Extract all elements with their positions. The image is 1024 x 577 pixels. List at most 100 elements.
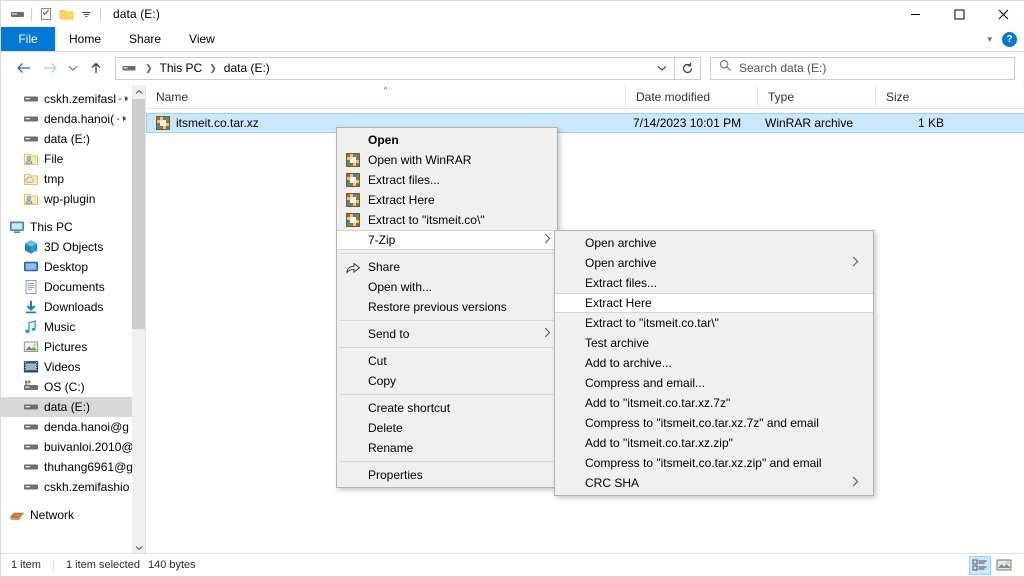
minimize-button[interactable] (893, 1, 937, 27)
column-header-size[interactable]: Size (875, 85, 957, 108)
drive-icon (121, 62, 136, 75)
context-menu-item-extract-here[interactable]: Extract Here (337, 190, 557, 210)
address-bar[interactable]: ❯ This PC ❯ data (E:) (115, 57, 675, 80)
context-menu-item-cut[interactable]: Cut (337, 351, 557, 371)
properties-icon[interactable] (36, 4, 56, 24)
qat-dropdown-icon[interactable] (76, 4, 96, 24)
sidebar-item-tmp[interactable]: tmp (1, 169, 145, 189)
sidebar-item-3d-objects[interactable]: 3D Objects (1, 237, 145, 257)
network-icon (9, 507, 25, 523)
7zip-menu-item-compress-to-itsmeit-co-tar-xz-zip-and-email[interactable]: Compress to "itsmeit.co.tar.xz.zip" and … (555, 453, 873, 473)
context-menu-item-share[interactable]: Share (337, 257, 557, 277)
context-menu-item-7-zip[interactable]: 7-Zip (337, 230, 557, 250)
table-row[interactable]: itsmeit.co.tar.xz 7/14/2023 10:01 PM Win… (146, 113, 1024, 133)
chevron-down-icon[interactable]: ▾ (987, 34, 992, 45)
sidebar-item-label: Network (30, 508, 74, 522)
7zip-menu-item-add-to-archive[interactable]: Add to archive... (555, 353, 873, 373)
sidebar-item-cskh-zemifasl[interactable]: cskh.zemifasl (1, 89, 145, 109)
breadcrumb-this-pc[interactable]: This PC (157, 59, 206, 78)
context-menu-item-open-with-winrar[interactable]: Open with WinRAR (337, 150, 557, 170)
context-menu-item-label: Share (368, 260, 551, 274)
7zip-menu-item-label: CRC SHA (585, 476, 838, 490)
sidebar-item-data-e[interactable]: data (E:) (1, 397, 145, 417)
sidebar-item-music[interactable]: Music (1, 317, 145, 337)
sidebar-item-videos[interactable]: Videos (1, 357, 145, 377)
system-menu-drive-icon[interactable] (7, 4, 27, 24)
breadcrumb-root-drive[interactable] (118, 59, 141, 78)
recent-locations-button[interactable] (63, 55, 83, 81)
help-icon[interactable]: ? (1002, 32, 1017, 47)
large-icons-view-icon[interactable] (993, 556, 1015, 575)
context-menu-item-send-to[interactable]: Send to (337, 324, 557, 344)
breadcrumb-separator-2[interactable]: ❯ (205, 63, 221, 74)
pin-icon[interactable] (117, 92, 131, 106)
navigation-scrollbar[interactable] (132, 85, 145, 555)
sidebar-item-documents[interactable]: Documents (1, 277, 145, 297)
breadcrumb-separator-1[interactable]: ❯ (141, 63, 157, 74)
7zip-menu-item-crc-sha[interactable]: CRC SHA (555, 473, 873, 493)
7zip-submenu: Open archiveOpen archiveExtract files...… (554, 230, 874, 496)
sidebar-item-data-e[interactable]: data (E:) (1, 129, 145, 149)
sidebar-item-network[interactable]: Network (1, 505, 145, 525)
sidebar-item-denda-hanoi-g[interactable]: denda.hanoi@g (1, 417, 145, 437)
address-dropdown-icon[interactable] (652, 64, 672, 72)
column-header-type[interactable]: Type (757, 85, 875, 108)
up-button[interactable] (83, 55, 109, 81)
7zip-menu-item-extract-to-itsmeit-co-tar[interactable]: Extract to "itsmeit.co.tar\" (555, 313, 873, 333)
drive-icon (23, 131, 39, 147)
sidebar-item-cskh-zemifashio[interactable]: cskh.zemifashio (1, 477, 145, 497)
column-header-name[interactable]: Name ⌃ (146, 85, 625, 108)
context-menu-item-properties[interactable]: Properties (337, 465, 557, 485)
tab-view[interactable]: View (175, 27, 229, 51)
7zip-menu-item-compress-to-itsmeit-co-tar-xz-7z-and-email[interactable]: Compress to "itsmeit.co.tar.xz.7z" and e… (555, 413, 873, 433)
context-menu-item-label: Extract Here (368, 193, 551, 207)
context-menu-item-open[interactable]: Open (337, 130, 557, 150)
search-input[interactable]: Search data (E:) (739, 61, 826, 75)
scroll-up-arrow-icon[interactable] (132, 85, 145, 99)
7zip-menu-item-open-archive[interactable]: Open archive (555, 253, 873, 273)
7zip-menu-item-add-to-itsmeit-co-tar-xz-zip[interactable]: Add to "itsmeit.co.tar.xz.zip" (555, 433, 873, 453)
maximize-button[interactable] (937, 1, 981, 27)
forward-button[interactable] (37, 55, 63, 81)
pin-icon[interactable] (115, 112, 129, 126)
sidebar-item-this-pc[interactable]: This PC (1, 217, 145, 237)
scrollbar-thumb[interactable] (132, 99, 145, 329)
sidebar-item-file[interactable]: File (1, 149, 145, 169)
context-menu-item-open-with[interactable]: Open with... (337, 277, 557, 297)
sidebar-item-pictures[interactable]: Pictures (1, 337, 145, 357)
tab-home[interactable]: Home (55, 27, 115, 51)
sidebar-item-downloads[interactable]: Downloads (1, 297, 145, 317)
breadcrumb-data-e[interactable]: data (E:) (221, 59, 273, 78)
tab-file[interactable]: File (1, 27, 55, 51)
context-menu-item-copy[interactable]: Copy (337, 371, 557, 391)
sidebar-item-thuhang6961-g[interactable]: thuhang6961@g (1, 457, 145, 477)
7zip-menu-item-add-to-itsmeit-co-tar-xz-7z[interactable]: Add to "itsmeit.co.tar.xz.7z" (555, 393, 873, 413)
7zip-menu-item-extract-here[interactable]: Extract Here (555, 293, 873, 313)
context-menu-item-delete[interactable]: Delete (337, 418, 557, 438)
back-button[interactable] (11, 55, 37, 81)
search-box[interactable]: Search data (E:) (710, 57, 1015, 80)
context-menu-item-extract-files[interactable]: Extract files... (337, 170, 557, 190)
context-menu-item-extract-to-itsmeit-co[interactable]: Extract to "itsmeit.co\" (337, 210, 557, 230)
context-menu-item-rename[interactable]: Rename (337, 438, 557, 458)
7zip-menu-item-extract-files[interactable]: Extract files... (555, 273, 873, 293)
column-header-date-modified[interactable]: Date modified (625, 85, 757, 108)
7zip-menu-item-compress-and-email[interactable]: Compress and email... (555, 373, 873, 393)
column-header-size-label: Size (876, 90, 909, 104)
tab-share[interactable]: Share (115, 27, 175, 51)
sidebar-item-buivanloi-2010[interactable]: buivanloi.2010@ (1, 437, 145, 457)
sidebar-item-os-c[interactable]: OS (C:) (1, 377, 145, 397)
sidebar-item-desktop[interactable]: Desktop (1, 257, 145, 277)
context-menu-item-restore-previous-versions[interactable]: Restore previous versions (337, 297, 557, 317)
sidebar-item-denda-hanoi[interactable]: denda.hanoi( (1, 109, 145, 129)
7zip-menu-item-test-archive[interactable]: Test archive (555, 333, 873, 353)
context-menu-item-create-shortcut[interactable]: Create shortcut (337, 398, 557, 418)
new-folder-icon[interactable] (56, 4, 76, 24)
close-button[interactable] (981, 1, 1024, 27)
details-view-icon[interactable] (969, 556, 991, 575)
refresh-button[interactable] (675, 57, 701, 80)
context-menu-separator (339, 320, 555, 321)
sidebar-item-wp-plugin[interactable]: wp-plugin (1, 189, 145, 209)
context-menu-item-label: Properties (368, 468, 551, 482)
7zip-menu-item-open-archive[interactable]: Open archive (555, 233, 873, 253)
